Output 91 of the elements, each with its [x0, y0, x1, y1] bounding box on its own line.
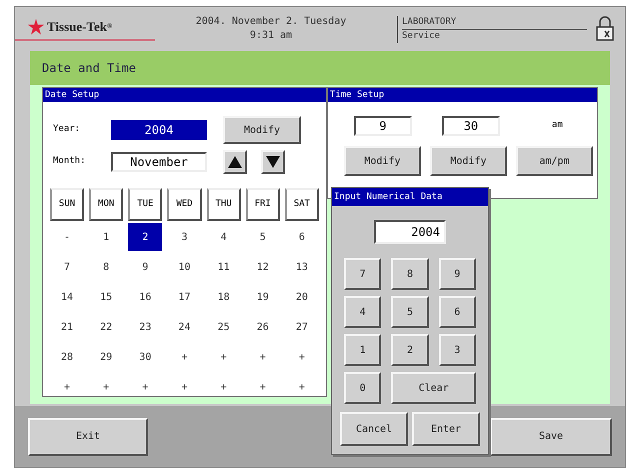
calendar-day[interactable]: 7 [50, 253, 84, 281]
calendar-day[interactable]: + [284, 343, 319, 371]
time-modify-button[interactable]: am/pm [516, 146, 593, 176]
brand-logo-text: Tissue-Tek$^{®}$ [47, 18, 112, 36]
keypad-key[interactable]: 5 [391, 296, 429, 328]
calendar-day[interactable]: + [206, 373, 241, 401]
calendar-day[interactable]: 25 [206, 313, 241, 341]
time-modify-button[interactable]: Modify [430, 146, 507, 176]
exit-button[interactable]: Exit [28, 418, 148, 456]
keypad-key[interactable]: 1 [344, 334, 382, 366]
calendar-day[interactable]: 26 [246, 313, 280, 341]
calendar-day[interactable]: 20 [284, 283, 319, 311]
calendar-day[interactable]: + [89, 373, 124, 401]
calendar-day[interactable]: 22 [89, 313, 124, 341]
calendar-day[interactable]: 12 [246, 253, 280, 281]
padlock-icon[interactable] [595, 16, 615, 42]
weekday-header: FRI [246, 188, 280, 221]
month-label: Month: [52, 155, 87, 168]
calendar-day[interactable]: 15 [89, 283, 124, 311]
calendar-day[interactable]: 27 [284, 313, 319, 341]
calendar-day[interactable]: 16 [128, 283, 162, 311]
date-text: 2004. November 2. Tuesday [196, 15, 346, 29]
weekday-header: THU [206, 188, 241, 221]
calendar-day[interactable]: + [128, 373, 162, 401]
up-triangle-icon [228, 156, 242, 168]
calendar-day[interactable]: + [246, 343, 280, 371]
calendar-day[interactable]: + [284, 373, 319, 401]
date-setup-title: Date Setup [43, 88, 326, 102]
calendar-day[interactable]: 1 [89, 223, 124, 251]
keypad-key[interactable]: 3 [438, 334, 476, 366]
dialog-action-button[interactable]: Enter [412, 412, 480, 446]
minute-field[interactable]: 30 [442, 116, 500, 136]
down-triangle-icon [266, 156, 280, 168]
keypad-key[interactable]: 0 [344, 372, 382, 404]
calendar-day[interactable]: 23 [128, 313, 162, 341]
calendar-day[interactable]: 14 [50, 283, 84, 311]
calendar-day[interactable]: + [246, 373, 280, 401]
weekday-header: MON [89, 188, 124, 221]
weekday-header: TUE [128, 188, 162, 221]
month-field[interactable]: November [111, 152, 207, 172]
ampm-text: am [552, 119, 563, 132]
time-setup-title: Time Setup [328, 88, 597, 102]
calendar-day[interactable]: 3 [167, 223, 202, 251]
time-modify-button[interactable]: Modify [344, 146, 421, 176]
calendar-day[interactable]: 17 [167, 283, 202, 311]
calendar-day[interactable]: 6 [284, 223, 319, 251]
year-field[interactable]: 2004 [111, 120, 207, 140]
calendar-day[interactable]: 24 [167, 313, 202, 341]
calendar-day[interactable]: 9 [128, 253, 162, 281]
star-logo-icon [27, 18, 45, 36]
keypad-key[interactable]: 6 [438, 296, 476, 328]
calendar-day[interactable]: 2 [128, 223, 162, 251]
calendar-day[interactable]: 13 [284, 253, 319, 281]
keypad-key[interactable]: Clear [391, 372, 476, 404]
calendar-day[interactable]: 11 [206, 253, 241, 281]
time-text: 9:31 am [250, 29, 292, 43]
calendar-day[interactable]: + [206, 343, 241, 371]
weekday-header: WED [167, 188, 202, 221]
dialog-action-button[interactable]: Cancel [340, 412, 408, 446]
calendar-day[interactable]: 19 [246, 283, 280, 311]
save-button[interactable]: Save [490, 418, 612, 456]
calendar-day[interactable]: 10 [167, 253, 202, 281]
calendar-day[interactable]: 5 [246, 223, 280, 251]
hour-field[interactable]: 9 [354, 116, 412, 136]
calendar-day[interactable]: 30 [128, 343, 162, 371]
keypad-key[interactable]: 2 [391, 334, 429, 366]
keypad-key[interactable]: 7 [344, 258, 382, 290]
keypad-key[interactable]: 4 [344, 296, 382, 328]
year-label: Year: [52, 123, 82, 136]
down-arrow-button[interactable] [261, 150, 285, 174]
calendar-day[interactable]: 28 [50, 343, 84, 371]
calendar-day[interactable]: - [50, 223, 84, 251]
calendar-day[interactable]: 4 [206, 223, 241, 251]
mode-label: Service [402, 30, 441, 42]
keypad-key[interactable]: 8 [391, 258, 429, 290]
up-arrow-button[interactable] [223, 150, 247, 174]
calendar-day[interactable]: 18 [206, 283, 241, 311]
weekday-header: SAT [284, 188, 319, 221]
modify-button[interactable]: Modify [223, 116, 301, 144]
role-label: LABORATORY [402, 16, 587, 30]
calendar-day[interactable]: + [50, 373, 84, 401]
calendar-day[interactable]: + [167, 343, 202, 371]
keypad-key[interactable]: 9 [438, 258, 476, 290]
panel-title: Date and Time [30, 51, 610, 85]
calendar-day[interactable]: 29 [89, 343, 124, 371]
calendar-day[interactable]: 8 [89, 253, 124, 281]
numeric-value-field[interactable]: 2004 [374, 220, 446, 244]
calendar-day[interactable]: + [167, 373, 202, 401]
dialog-title: Input Numerical Data [332, 188, 488, 206]
calendar-day[interactable]: 21 [50, 313, 84, 341]
weekday-header: SUN [50, 188, 84, 221]
